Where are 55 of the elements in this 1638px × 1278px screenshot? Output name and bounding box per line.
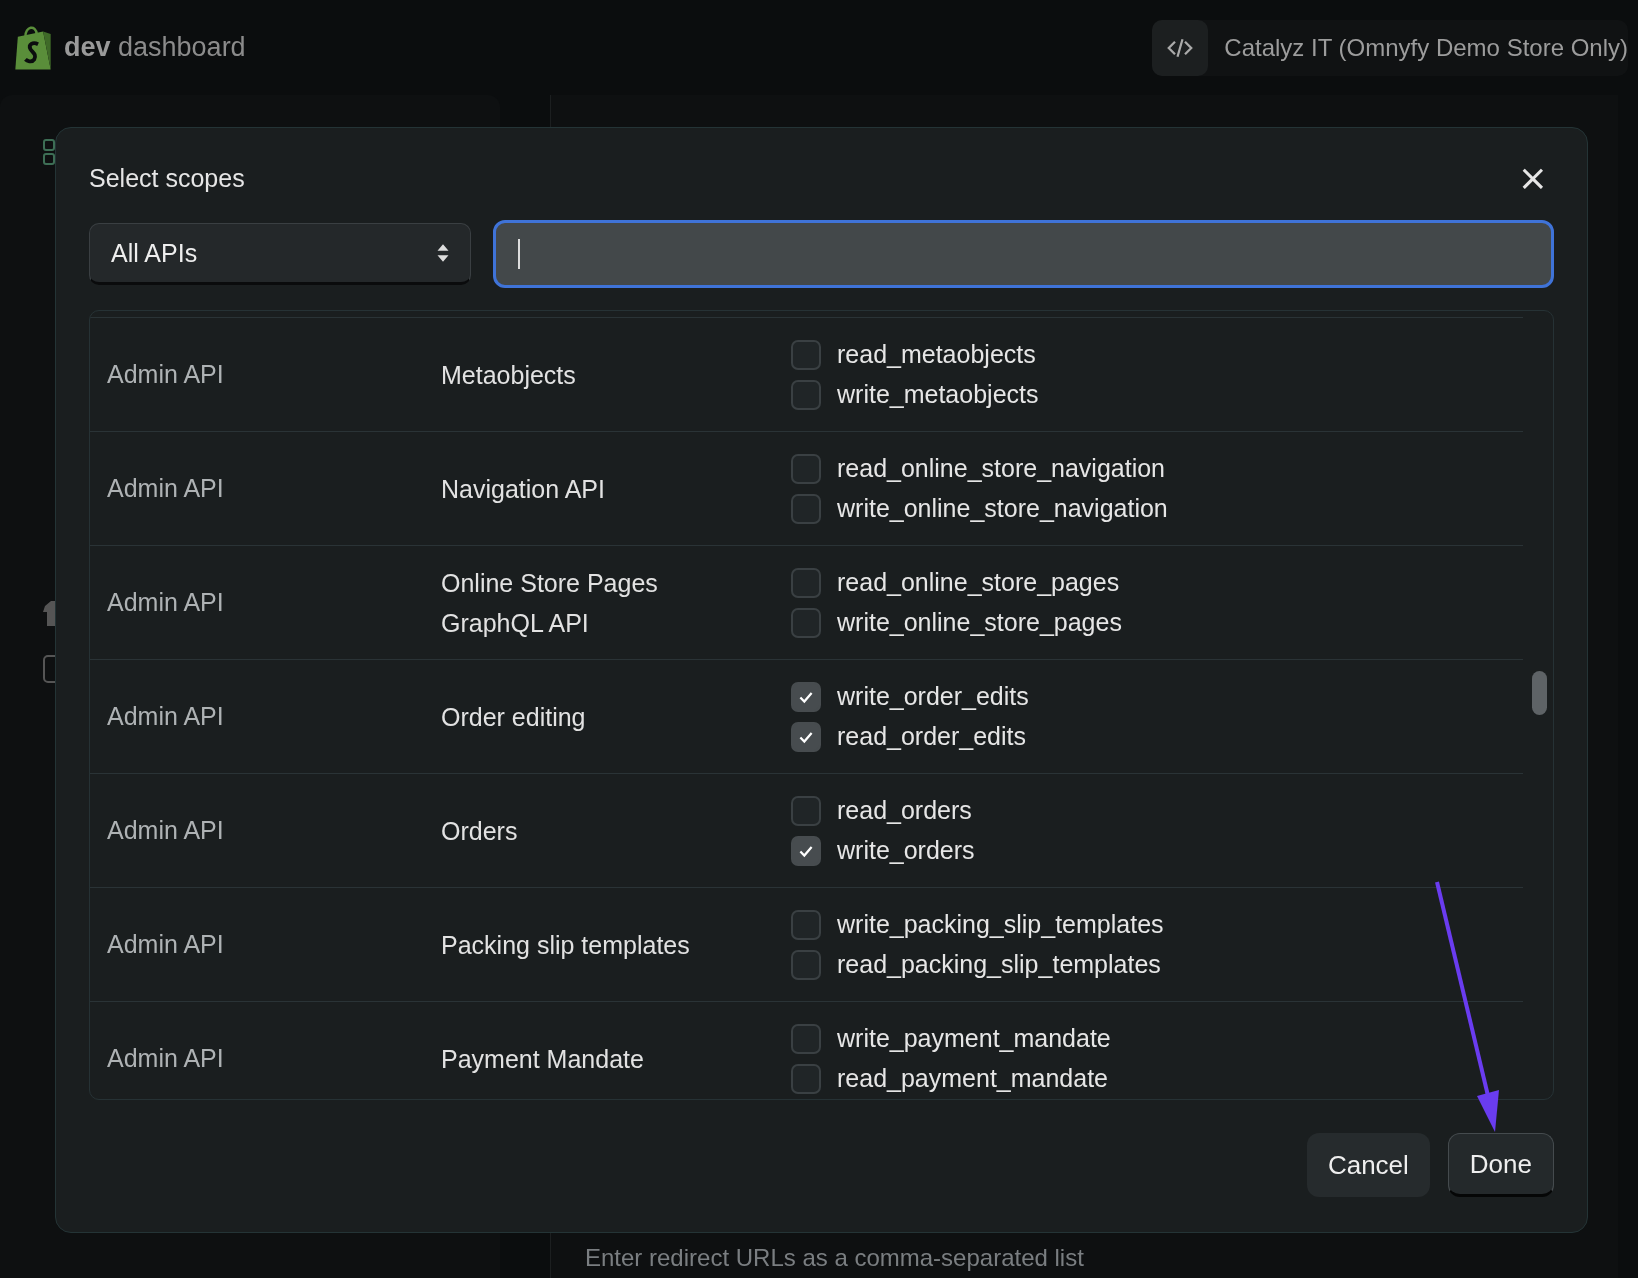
scope-label: read_packing_slip_templates [837, 950, 1161, 979]
scrollbar-thumb[interactable] [1532, 671, 1547, 715]
scope-label: write_online_store_pages [837, 608, 1122, 637]
api-cell-text: Admin API [106, 930, 225, 959]
scope-label: read_orders [837, 796, 972, 825]
checkbox[interactable] [791, 567, 821, 598]
scope-label: read_online_store_pages [837, 568, 1120, 597]
search-field[interactable] [493, 220, 1554, 288]
checkbox[interactable] [791, 607, 821, 638]
scope-label: write_order_edits [837, 682, 1029, 711]
scope-label: write_packing_slip_templates [837, 910, 1164, 939]
checkbox[interactable] [791, 721, 821, 752]
checkbox[interactable] [791, 909, 821, 940]
checkbox[interactable] [791, 949, 821, 980]
resource-cell-text: Navigation API [441, 473, 606, 505]
cancel-button[interactable]: Cancel [1306, 1133, 1430, 1197]
checkbox[interactable] [791, 681, 821, 712]
checkbox[interactable] [791, 453, 821, 484]
hint-text: Enter redirect URLs as a comma-separated list [585, 1244, 1084, 1272]
checkbox[interactable] [791, 795, 821, 826]
api-cell-text: Admin API [106, 360, 225, 389]
code-icon[interactable] [1152, 19, 1209, 76]
checkbox[interactable] [791, 379, 821, 410]
dialog-title: Select scopes [89, 163, 245, 193]
scope-label: write_orders [837, 836, 975, 865]
scope-label: write_payment_mandate [837, 1024, 1111, 1053]
api-cell-text: Admin API [106, 816, 225, 845]
resource-cell-text: Online Store Pages GraphQL API [441, 567, 659, 639]
scope-label: write_metaobjects [837, 380, 1039, 409]
api-select[interactable]: All APIs [89, 223, 471, 285]
checkbox[interactable] [791, 1023, 821, 1054]
api-cell-text: Admin API [106, 702, 225, 731]
api-cell-text: Admin API [106, 474, 225, 503]
resource-cell-text: Order editing [441, 701, 587, 733]
resource-cell-text: Packing slip templates [441, 929, 691, 961]
checkbox[interactable] [791, 493, 821, 524]
checkbox[interactable] [791, 1063, 821, 1094]
close-button[interactable]: × [1511, 160, 1554, 196]
api-cell-text: Admin API [106, 1044, 225, 1073]
sort-icon [436, 242, 450, 264]
done-button[interactable]: Done [1447, 1133, 1554, 1197]
grid-icon[interactable] [43, 138, 55, 166]
checkbox[interactable] [791, 339, 821, 370]
scope-label: read_metaobjects [837, 340, 1036, 369]
checkbox[interactable] [791, 835, 821, 866]
resource-cell-text: Metaobjects [441, 359, 577, 391]
scope-label: read_order_edits [837, 722, 1026, 751]
scope-label: read_payment_mandate [837, 1064, 1109, 1093]
resource-cell-text: Payment Mandate [441, 1043, 645, 1075]
shopping-bag-icon [12, 23, 54, 72]
scope-label: write_online_store_navigation [837, 494, 1168, 523]
resource-cell-text: Orders [441, 815, 519, 847]
app-title: dev dashboard [64, 32, 246, 63]
api-cell-text: Admin API [106, 588, 225, 617]
scope-label: read_online_store_navigation [837, 454, 1166, 483]
